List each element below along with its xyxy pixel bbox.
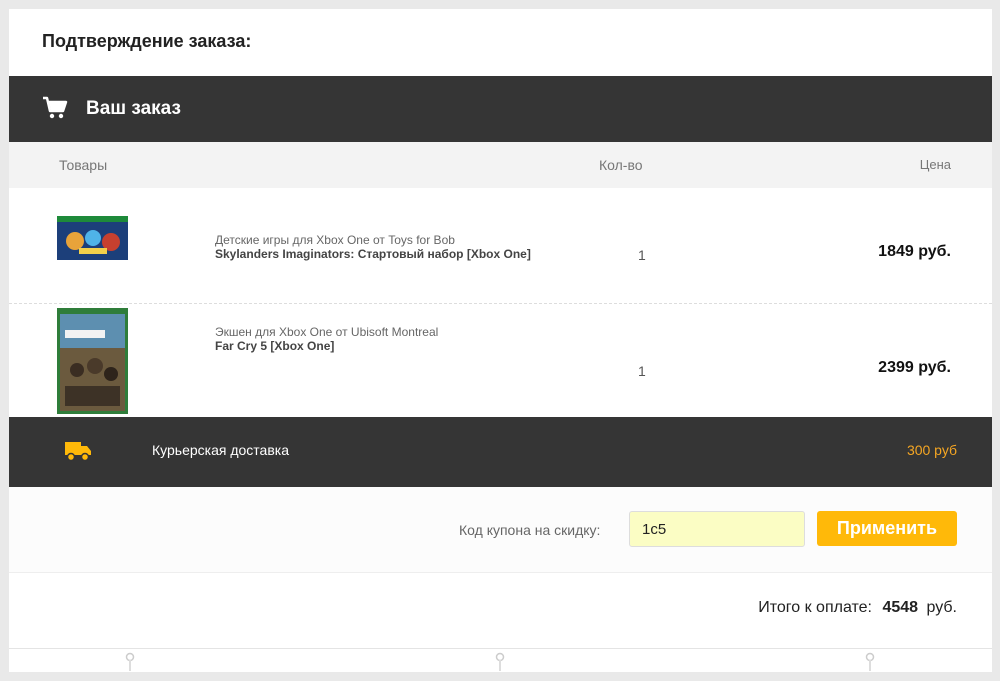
product-image[interactable] — [57, 308, 128, 414]
order-header-title: Ваш заказ — [86, 98, 181, 119]
delivery-price: 300 руб — [906, 442, 957, 458]
coupon-input[interactable] — [629, 511, 805, 547]
order-confirmation-card: Подтверждение заказа: Ваш заказ Товары К… — [9, 9, 992, 672]
total-value: 4548 — [882, 599, 919, 616]
shopping-cart-icon — [42, 96, 68, 120]
item-category: Экшен для Xbox One от Ubisoft Montreal — [215, 325, 439, 339]
table-header: Товары Кол-во Цена — [9, 142, 992, 188]
item-price: 1849 руб. — [878, 243, 951, 260]
truck-icon — [64, 439, 92, 463]
item-price: 2399 руб. — [878, 359, 951, 376]
item-name[interactable]: Far Cry 5 [Xbox One] — [215, 339, 535, 353]
item-qty: 1 — [638, 247, 646, 263]
pin-decoration — [125, 651, 135, 671]
column-goods: Товары — [59, 157, 108, 173]
total-currency: руб. — [926, 599, 957, 616]
item-description: Экшен для Xbox One от Ubisoft Montreal F… — [215, 325, 535, 353]
item-category: Детские игры для Xbox One от Toys for Bo… — [215, 233, 455, 247]
coupon-row: Код купона на скидку: Применить — [9, 487, 992, 573]
apply-coupon-button[interactable]: Применить — [817, 511, 957, 546]
order-header: Ваш заказ — [9, 76, 992, 142]
delivery-row: Курьерская доставка 300 руб — [9, 417, 992, 487]
order-item: Экшен для Xbox One от Ubisoft Montreal F… — [9, 305, 992, 417]
delivery-label: Курьерская доставка — [152, 442, 289, 458]
coupon-label: Код купона на скидку: — [459, 522, 601, 538]
product-image[interactable] — [57, 216, 128, 260]
pin-decoration — [865, 651, 875, 671]
total-label: Итого к оплате: — [758, 599, 872, 616]
total-row: Итого к оплате: 4548 руб. — [9, 574, 992, 649]
item-qty: 1 — [638, 363, 646, 379]
total-line: Итого к оплате: 4548 руб. — [758, 599, 957, 617]
order-item: Детские игры для Xbox One от Toys for Bo… — [9, 188, 992, 304]
pin-decoration — [495, 651, 505, 671]
item-description: Детские игры для Xbox One от Toys for Bo… — [215, 233, 535, 261]
item-name[interactable]: Skylanders Imaginators: Стартовый набор … — [215, 247, 535, 261]
column-price: Цена — [919, 157, 951, 172]
page-title: Подтверждение заказа: — [42, 31, 252, 51]
column-qty: Кол-во — [599, 157, 643, 173]
